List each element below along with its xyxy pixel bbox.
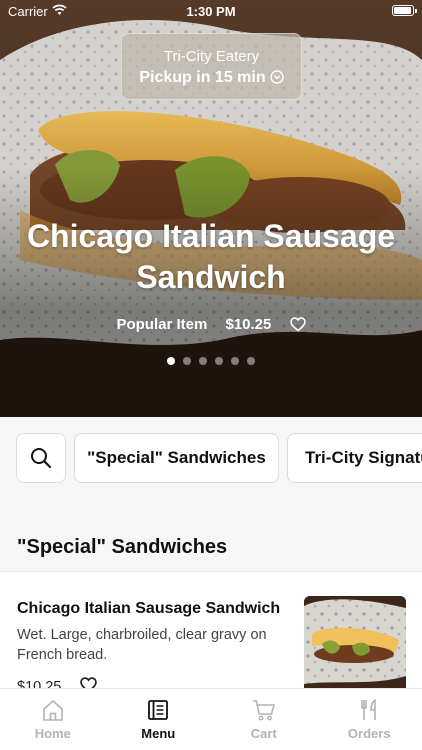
pickup-eta-label: Pickup in 15 min — [139, 69, 266, 86]
tab-home[interactable]: Home — [0, 689, 106, 750]
carousel-dot[interactable] — [215, 357, 223, 365]
carousel-dot[interactable] — [231, 357, 239, 365]
menu-item-thumbnail — [304, 596, 406, 692]
status-time: 1:30 PM — [186, 4, 236, 19]
status-bar: Carrier 1:30 PM — [0, 0, 422, 22]
search-button[interactable] — [16, 433, 66, 483]
pickup-store-name: Tri-City Eatery — [163, 48, 260, 65]
tab-home-label: Home — [34, 726, 71, 741]
carousel-dot[interactable] — [183, 357, 191, 365]
tab-menu-label: Menu — [141, 726, 176, 741]
category-bar: "Special" Sandwiches Tri-City Signature — [0, 417, 422, 503]
tab-orders-label: Orders — [347, 726, 391, 741]
tab-bar: Home Menu Cart Orders — [0, 688, 422, 750]
carousel-dot[interactable] — [199, 357, 207, 365]
app-screen: Carrier 1:30 PM Tri-City Eatery Pickup i… — [0, 0, 422, 750]
chevron-down-circle-icon — [269, 70, 284, 84]
utensils-icon — [361, 699, 377, 720]
pickup-selector-button[interactable]: Tri-City Eatery Pickup in 15 min — [121, 33, 302, 100]
hero-item-meta: Popular Item $10.25 — [0, 315, 422, 333]
menu-item-name: Chicago Italian Sausage Sandwich — [17, 600, 281, 617]
search-icon — [31, 448, 52, 469]
carousel-dot[interactable] — [247, 357, 255, 365]
popular-badge: Popular Item — [116, 315, 208, 333]
carousel-page-indicator[interactable] — [0, 357, 422, 365]
battery-icon — [392, 5, 417, 16]
tab-cart[interactable]: Cart — [211, 689, 317, 750]
tab-menu[interactable]: Menu — [106, 689, 212, 750]
menu-item-description: Wet. Large, charbroiled, clear gravy on … — [17, 627, 267, 663]
hero-carousel[interactable]: Carrier 1:30 PM Tri-City Eatery Pickup i… — [0, 0, 422, 417]
hero-item-price: $10.25 — [225, 315, 272, 333]
carousel-dot[interactable] — [167, 357, 175, 365]
cart-icon — [252, 700, 275, 721]
tab-orders[interactable]: Orders — [317, 689, 422, 750]
menu-icon — [148, 700, 169, 720]
heart-icon[interactable] — [289, 316, 306, 332]
pickup-eta-row: Pickup in 15 min — [122, 69, 301, 87]
hero-item-title: Chicago Italian Sausage Sandwich — [26, 218, 396, 295]
home-icon — [42, 699, 63, 721]
category-chip-tri-city-signature[interactable]: Tri-City Signature — [287, 433, 422, 483]
menu-item-card[interactable]: Chicago Italian Sausage Sandwich Wet. La… — [0, 571, 422, 695]
section-title: "Special" Sandwiches — [17, 536, 228, 558]
tab-cart-label: Cart — [250, 726, 277, 741]
category-chip-special-sandwiches[interactable]: "Special" Sandwiches — [74, 433, 279, 483]
